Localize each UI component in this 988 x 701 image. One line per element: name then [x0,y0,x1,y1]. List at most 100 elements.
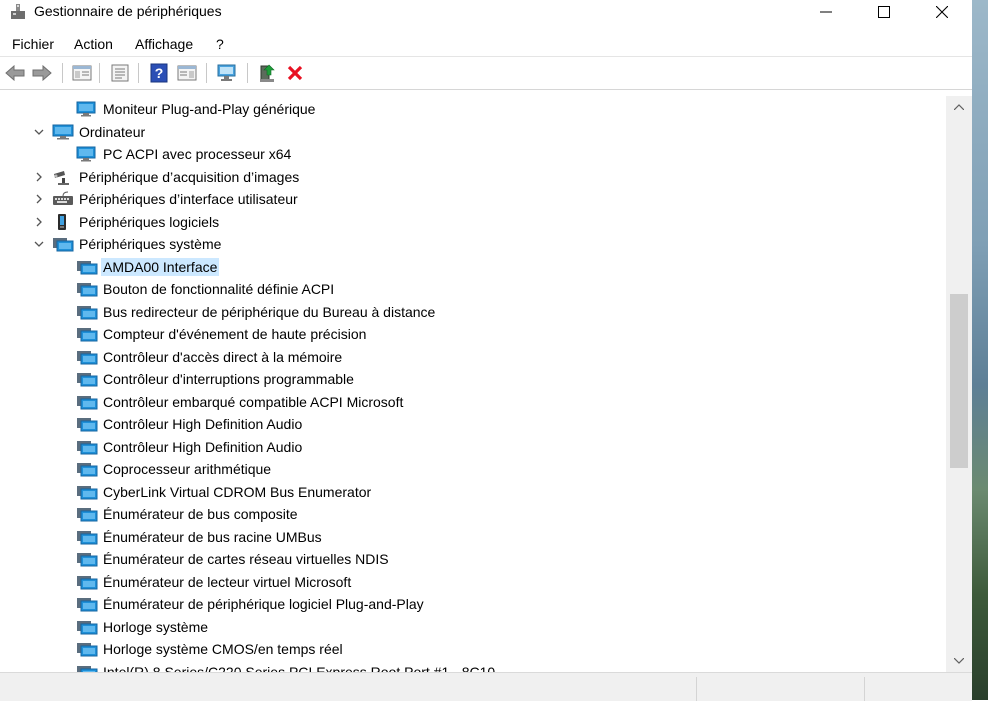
collapsed-chevron-icon[interactable] [33,193,45,205]
system-device-icon [76,349,98,365]
minimize-icon [820,11,832,13]
tree-device-row[interactable]: CyberLink Virtual CDROM Bus Enumerator [0,481,946,503]
close-icon [936,6,948,18]
tree-device-row[interactable]: Bus redirecteur de périphérique du Burea… [0,301,946,323]
tree-node-label[interactable]: Énumérateur de périphérique logiciel Plu… [101,595,426,613]
collapsed-chevron-icon[interactable] [33,171,45,183]
tree-node-label[interactable]: Périphériques système [77,235,223,253]
tree-node-label[interactable]: Périphériques logiciels [77,213,221,231]
tree-node-label[interactable]: Coprocesseur arithmétique [101,460,273,478]
system-device-icon [76,506,98,522]
tree-device-row[interactable]: Contrôleur High Definition Audio [0,413,946,435]
uninstall-device-button[interactable] [284,62,306,84]
tree-node-label[interactable]: Moniteur Plug-and-Play générique [101,100,317,118]
scan-hardware-button[interactable] [216,62,238,84]
collapsed-chevron-icon[interactable] [33,216,45,228]
tree-category-row[interactable]: Périphérique d’acquisition d’images [0,166,946,188]
tree-node-label[interactable]: Horloge système CMOS/en temps réel [101,640,345,658]
tree-node-label[interactable]: Périphérique d’acquisition d’images [77,168,301,186]
tree-device-row[interactable]: Horloge système CMOS/en temps réel [0,638,946,660]
system-folder-icon [52,236,74,252]
tree-node-label[interactable]: Contrôleur High Definition Audio [101,438,304,456]
toolbar-separator [138,63,139,83]
tree-node-label[interactable]: Contrôleur d'accès direct à la mémoire [101,348,344,366]
chevron-down-icon [954,658,964,664]
update-driver-button[interactable] [256,62,278,84]
tree-node-label[interactable]: Horloge système [101,618,210,636]
title-bar[interactable]: Gestionnaire de périphériques [0,0,972,24]
tree-device-row[interactable]: Compteur d'événement de haute précision [0,323,946,345]
tree-node-label[interactable]: Compteur d'événement de haute précision [101,325,368,343]
show-hide-console-tree-button[interactable] [71,62,93,84]
action-pane-button[interactable] [176,62,198,84]
system-device-icon [76,484,98,500]
tree-device-row[interactable]: Énumérateur de périphérique logiciel Plu… [0,593,946,615]
device-tree[interactable]: Moniteur Plug-and-Play générique Ordinate… [0,96,946,672]
back-button[interactable] [4,62,26,84]
menu-action[interactable]: Action [74,35,113,53]
tree-device-row[interactable]: Contrôleur embarqué compatible ACPI Micr… [0,391,946,413]
tree-device-row[interactable]: PC ACPI avec processeur x64 [0,143,946,165]
expanded-chevron-icon[interactable] [33,126,45,138]
monitor-icon [76,101,96,117]
menu-help[interactable]: ? [216,35,224,53]
tree-device-row[interactable]: Horloge système [0,616,946,638]
properties-icon [111,64,129,82]
tree-device-row[interactable]: Énumérateur de lecteur virtuel Microsoft [0,571,946,593]
maximize-button[interactable] [855,0,913,24]
forward-button[interactable] [31,62,53,84]
system-device-icon [76,281,98,297]
tree-node-label[interactable]: Contrôleur embarqué compatible ACPI Micr… [101,393,405,411]
tree-device-row[interactable]: Contrôleur d'accès direct à la mémoire [0,346,946,368]
tree-device-row[interactable]: Intel(R) 8 Series/C220 Series PCI Expres… [0,661,946,673]
tree-device-row[interactable]: Énumérateur de cartes réseau virtuelles … [0,548,946,570]
tree-device-row[interactable]: Contrôleur High Definition Audio [0,436,946,458]
tree-category-row[interactable]: Périphériques d’interface utilisateur [0,188,946,210]
tree-node-label[interactable]: Périphériques d’interface utilisateur [77,190,300,208]
tree-node-label[interactable]: Énumérateur de cartes réseau virtuelles … [101,550,391,568]
forward-icon [32,65,52,81]
tree-node-label[interactable]: Contrôleur d'interruptions programmable [101,370,356,388]
tree-node-label[interactable]: Bus redirecteur de périphérique du Burea… [101,303,437,321]
close-window-button[interactable] [913,0,971,24]
toolbar-separator [62,63,63,83]
scroll-up-button[interactable] [946,96,972,118]
scroll-thumb[interactable] [950,294,968,468]
tree-device-row[interactable]: Énumérateur de bus racine UMBus [0,526,946,548]
tree-device-row[interactable]: Contrôleur d'interruptions programmable [0,368,946,390]
svg-text:?: ? [155,65,164,81]
tree-node-label[interactable]: CyberLink Virtual CDROM Bus Enumerator [101,483,373,501]
tree-category-row[interactable]: Périphériques logiciels [0,211,946,233]
tree-node-label[interactable]: Énumérateur de bus composite [101,505,300,523]
tree-category-row[interactable]: Ordinateur [0,121,946,143]
menu-fichier[interactable]: Fichier [12,35,54,53]
tree-device-row[interactable]: Énumérateur de bus composite [0,503,946,525]
tree-device-row[interactable]: Moniteur Plug-and-Play générique [0,98,946,120]
tree-node-label[interactable]: Énumérateur de bus racine UMBus [101,528,324,546]
system-device-icon [76,304,98,320]
properties-button[interactable] [109,62,131,84]
minimize-button[interactable] [797,0,855,24]
tree-node-label[interactable]: AMDA00 Interface [101,257,220,276]
menu-affichage[interactable]: Affichage [135,35,193,53]
system-device-icon [76,529,98,545]
tree-category-row[interactable]: Périphériques système [0,233,946,255]
system-device-icon [76,371,98,387]
maximize-icon [878,6,890,18]
tree-device-row[interactable]: Coprocesseur arithmétique [0,458,946,480]
tree-node-label[interactable]: Énumérateur de lecteur virtuel Microsoft [101,573,353,591]
window-title: Gestionnaire de périphériques [34,3,222,19]
vertical-scrollbar[interactable] [946,96,972,672]
expanded-chevron-icon[interactable] [33,238,45,250]
scroll-down-button[interactable] [946,650,972,672]
tree-device-row[interactable]: AMDA00 Interface [0,256,946,278]
tree-node-label[interactable]: Contrôleur High Definition Audio [101,415,304,433]
camera-icon [52,169,72,185]
tree-node-label[interactable]: Intel(R) 8 Series/C220 Series PCI Expres… [101,663,497,673]
tree-node-label[interactable]: Bouton de fonctionnalité définie ACPI [101,280,336,298]
tree-device-row[interactable]: Bouton de fonctionnalité définie ACPI [0,278,946,300]
help-button[interactable]: ? [148,62,170,84]
tree-node-label[interactable]: Ordinateur [77,123,147,141]
chevron-up-icon [954,104,964,110]
tree-node-label[interactable]: PC ACPI avec processeur x64 [101,145,293,163]
